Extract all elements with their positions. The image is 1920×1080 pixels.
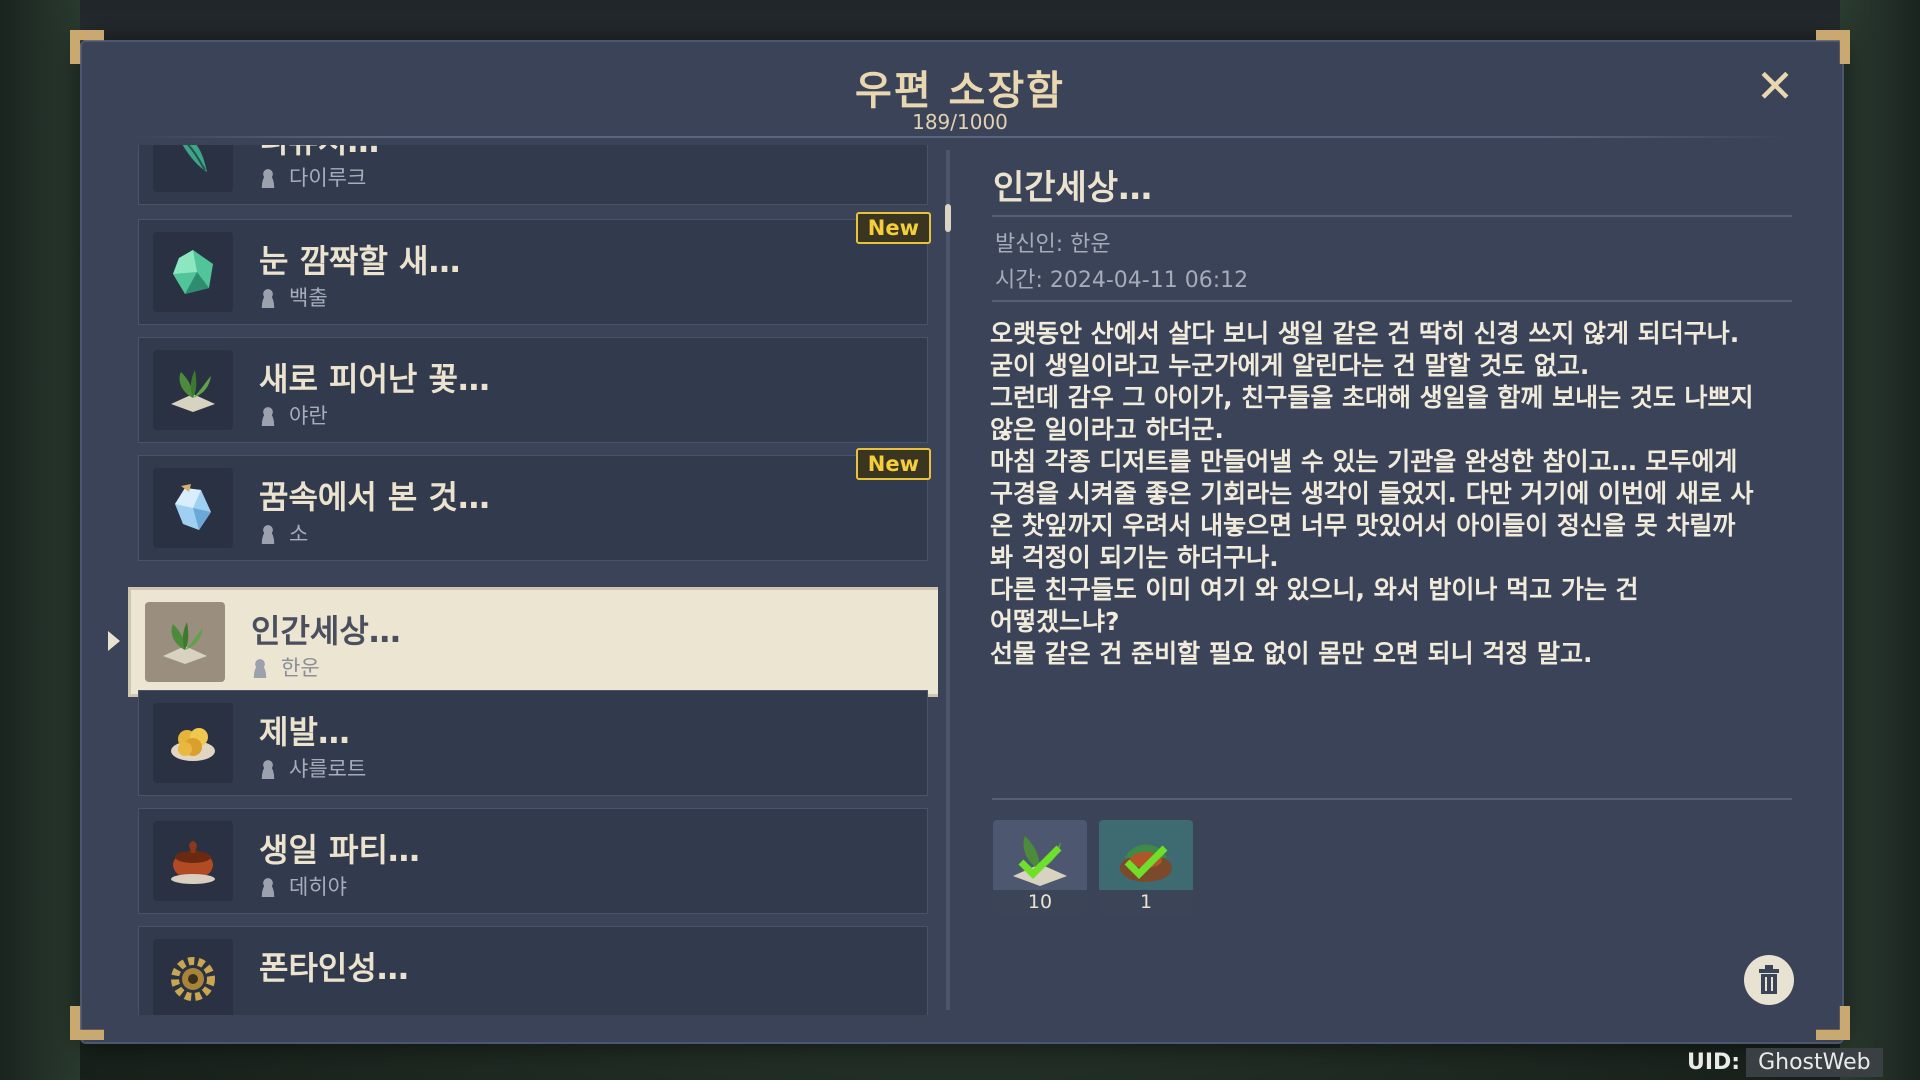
dish-claimed-icon: [1120, 844, 1172, 882]
uid-display: UID: GhostWeb: [1687, 1048, 1883, 1077]
mail-sender: 다이루크: [259, 162, 366, 192]
new-badge: New: [855, 212, 931, 244]
attachment-quantity: 1: [1099, 890, 1193, 914]
title-divider: [130, 136, 1790, 138]
divider: [992, 798, 1792, 800]
selected-indicator-icon: [108, 631, 120, 651]
divider: [992, 215, 1792, 217]
mail-title: 폰타인성…: [259, 949, 409, 987]
herb-leaves-icon: [145, 602, 225, 682]
mail-item[interactable]: 새로 피어난 꽃… 야란: [138, 337, 928, 443]
person-icon: [259, 168, 277, 188]
mail-item[interactable]: 니퓨처… 다이루크: [138, 145, 928, 205]
attachment-quantity: 10: [993, 890, 1087, 914]
mail-title: 눈 깜짝할 새…: [259, 242, 461, 280]
background-top: [0, 0, 1920, 40]
mail-count: 189/1000: [912, 110, 1008, 134]
person-icon: [259, 288, 277, 308]
person-icon: [259, 759, 277, 779]
close-icon[interactable]: ✕: [1753, 63, 1797, 109]
uid-value: GhostWeb: [1746, 1048, 1883, 1077]
gear-icon: [153, 939, 233, 1015]
mail-body: 오랫동안 산에서 살다 보니 생일 같은 건 딱히 신경 쓰지 않게 되더구나.…: [990, 319, 1754, 668]
green-crystal-icon: [153, 232, 233, 312]
blue-crystal-icon: [153, 468, 233, 548]
list-scrollbar[interactable]: [945, 150, 951, 1010]
mail-item[interactable]: 눈 깜짝할 새… 백출 New: [138, 212, 931, 325]
mail-title: 새로 피어난 꽃…: [259, 360, 490, 398]
new-badge: New: [855, 448, 931, 480]
person-icon: [251, 658, 269, 678]
attachment-item[interactable]: 1: [1099, 820, 1193, 914]
trash-icon: [1759, 965, 1779, 994]
herb-leaves-claimed-icon: [1013, 836, 1067, 886]
mail-detail-sender: 발신인: 한운: [995, 232, 1111, 257]
mail-title: 인간세상…: [251, 612, 401, 650]
delete-button[interactable]: [1744, 955, 1794, 1005]
background-left: [0, 0, 80, 1080]
person-icon: [259, 406, 277, 426]
mail-title: 니퓨처…: [259, 145, 379, 162]
mail-title: 제발…: [259, 713, 350, 751]
person-icon: [259, 877, 277, 897]
mail-item[interactable]: 폰타인성…: [138, 926, 928, 1015]
golden-dish-icon: [153, 703, 233, 783]
window-title: 우편 소장함: [855, 68, 1065, 114]
mail-item[interactable]: 꿈속에서 본 것… 소 New: [138, 448, 931, 561]
mail-sender: 샤를로트: [259, 753, 366, 783]
uid-label: UID:: [1687, 1050, 1741, 1075]
mail-sender: 야란: [259, 400, 328, 430]
leaf-charm-icon: [153, 145, 233, 192]
attachment-item[interactable]: 10: [993, 820, 1087, 914]
mail-item-selected[interactable]: 인간세상… 한운: [128, 587, 938, 697]
mail-item[interactable]: 제발… 샤를로트: [138, 690, 928, 796]
divider: [992, 300, 1792, 302]
scroll-thumb[interactable]: [945, 204, 951, 232]
background-right: [1840, 0, 1920, 1080]
mail-detail-time: 시간: 2024-04-11 06:12: [995, 268, 1249, 293]
mail-sender: 소: [259, 518, 308, 548]
mail-detail-title: 인간세상…: [993, 168, 1153, 208]
mail-item[interactable]: 생일 파티… 데히야: [138, 808, 928, 914]
mail-sender: 한운: [251, 652, 320, 682]
mail-sender: 데히야: [259, 871, 347, 901]
mail-sender: 백출: [259, 282, 328, 312]
herb-leaves-icon: [153, 350, 233, 430]
mail-title: 꿈속에서 본 것…: [259, 478, 490, 516]
stew-pot-icon: [153, 821, 233, 901]
mail-list[interactable]: 니퓨처… 다이루크 눈 깜짝할 새… 백출 New 새로 피어난 꽃… 야란 꿈…: [128, 145, 938, 1015]
mail-title: 생일 파티…: [259, 831, 420, 869]
person-icon: [259, 524, 277, 544]
